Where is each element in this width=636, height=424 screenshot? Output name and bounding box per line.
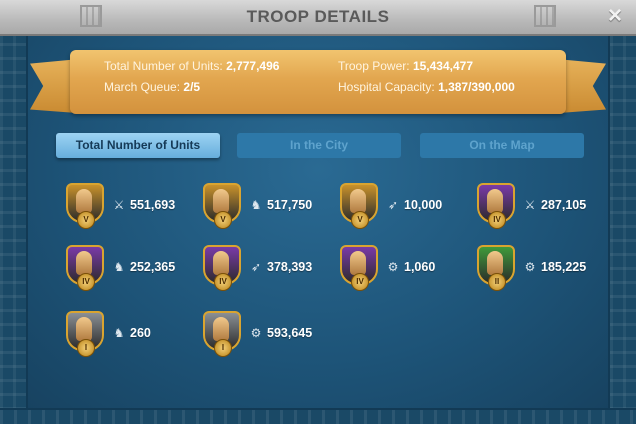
cavalry-icon: ♞ [113, 326, 125, 340]
unit-count: 287,105 [541, 198, 587, 212]
siege-icon: ⚙ [524, 260, 536, 274]
unit-item[interactable]: IV ⚙ 1,060 [340, 245, 436, 291]
unit-portrait-icon: IV [477, 183, 515, 229]
summary-banner: Total Number of Units: 2,777,496 Troop P… [70, 50, 566, 114]
unit-tier-badge: IV [488, 211, 506, 229]
unit-count: 10,000 [404, 198, 443, 212]
tab-in-the-city[interactable]: In the City [237, 133, 401, 158]
unit-tier-badge: II [488, 273, 506, 291]
unit-count: 260 [130, 326, 151, 340]
soldier-figure-icon [487, 189, 503, 213]
unit-item[interactable]: I ⚙ 593,645 [203, 311, 313, 357]
cavalry-icon: ♞ [113, 260, 125, 274]
unit-count: 378,393 [267, 260, 313, 274]
siege-icon: ⚙ [250, 326, 262, 340]
cavalry-icon: ♞ [250, 198, 262, 212]
unit-tier-badge: V [77, 211, 95, 229]
unit-tier-badge: IV [214, 273, 232, 291]
soldier-figure-icon [350, 251, 366, 275]
unit-portrait-icon: IV [66, 245, 104, 291]
unit-tier-badge: I [214, 339, 232, 357]
title-ornament-right-icon [534, 5, 556, 27]
march-queue-label: March Queue: [104, 80, 181, 94]
unit-portrait-icon: IV [340, 245, 378, 291]
unit-portrait-icon: V [66, 183, 104, 229]
unit-tier-badge: I [77, 339, 95, 357]
troop-details-window: TROOP DETAILS × Total Number of Units: 2… [0, 0, 636, 424]
infantry-icon: ⚔ [113, 198, 125, 212]
soldier-figure-icon [487, 251, 503, 275]
left-border-decoration [0, 34, 28, 424]
unit-portrait-icon: I [66, 311, 104, 357]
soldier-figure-icon [213, 317, 229, 341]
unit-portrait-icon: V [203, 183, 241, 229]
unit-count: 517,750 [267, 198, 313, 212]
title-bar: TROOP DETAILS × [0, 0, 636, 36]
unit-portrait-icon: IV [203, 245, 241, 291]
unit-portrait-icon: I [203, 311, 241, 357]
troop-power-summary: Troop Power: 15,434,477 [338, 59, 473, 73]
archer-icon: ➶ [387, 198, 399, 212]
unit-item[interactable]: II ⚙ 185,225 [477, 245, 587, 291]
tab-on-the-map[interactable]: On the Map [420, 133, 584, 158]
troop-power-value: 15,434,477 [412, 59, 473, 73]
bottom-border-decoration [0, 408, 636, 424]
unit-count: 593,645 [267, 326, 313, 340]
hospital-capacity-label: Hospital Capacity: [338, 80, 435, 94]
archer-icon: ➶ [250, 260, 262, 274]
unit-count: 1,060 [404, 260, 436, 274]
unit-tier-badge: IV [77, 273, 95, 291]
unit-tier-badge: V [351, 211, 369, 229]
right-border-decoration [608, 34, 636, 424]
unit-tier-badge: V [214, 211, 232, 229]
soldier-figure-icon [213, 251, 229, 275]
siege-icon: ⚙ [387, 260, 399, 274]
unit-item[interactable]: IV ➶ 378,393 [203, 245, 313, 291]
unit-item[interactable]: V ♞ 517,750 [203, 183, 313, 229]
hospital-capacity-value: 1,387/390,000 [438, 80, 515, 94]
unit-count: 551,693 [130, 198, 176, 212]
total-units-value: 2,777,496 [226, 59, 280, 73]
close-icon[interactable]: × [602, 3, 628, 29]
soldier-figure-icon [76, 189, 92, 213]
unit-item[interactable]: V ⚔ 551,693 [66, 183, 176, 229]
march-queue-summary: March Queue: 2/5 [104, 80, 200, 94]
total-units-summary: Total Number of Units: 2,777,496 [104, 59, 279, 73]
tab-total-units[interactable]: Total Number of Units [56, 133, 220, 158]
unit-item[interactable]: IV ⚔ 287,105 [477, 183, 587, 229]
unit-portrait-icon: II [477, 245, 515, 291]
soldier-figure-icon [350, 189, 366, 213]
unit-item[interactable]: V ➶ 10,000 [340, 183, 443, 229]
hospital-capacity-summary: Hospital Capacity: 1,387/390,000 [338, 80, 515, 94]
unit-count: 185,225 [541, 260, 587, 274]
soldier-figure-icon [213, 189, 229, 213]
unit-tier-badge: IV [351, 273, 369, 291]
soldier-figure-icon [76, 251, 92, 275]
soldier-figure-icon [76, 317, 92, 341]
unit-portrait-icon: V [340, 183, 378, 229]
march-queue-value: 2/5 [183, 80, 201, 94]
total-units-label: Total Number of Units: [104, 59, 223, 73]
unit-count: 252,365 [130, 260, 176, 274]
unit-item[interactable]: I ♞ 260 [66, 311, 151, 357]
troop-power-label: Troop Power: [338, 59, 410, 73]
infantry-icon: ⚔ [524, 198, 536, 212]
unit-item[interactable]: IV ♞ 252,365 [66, 245, 176, 291]
